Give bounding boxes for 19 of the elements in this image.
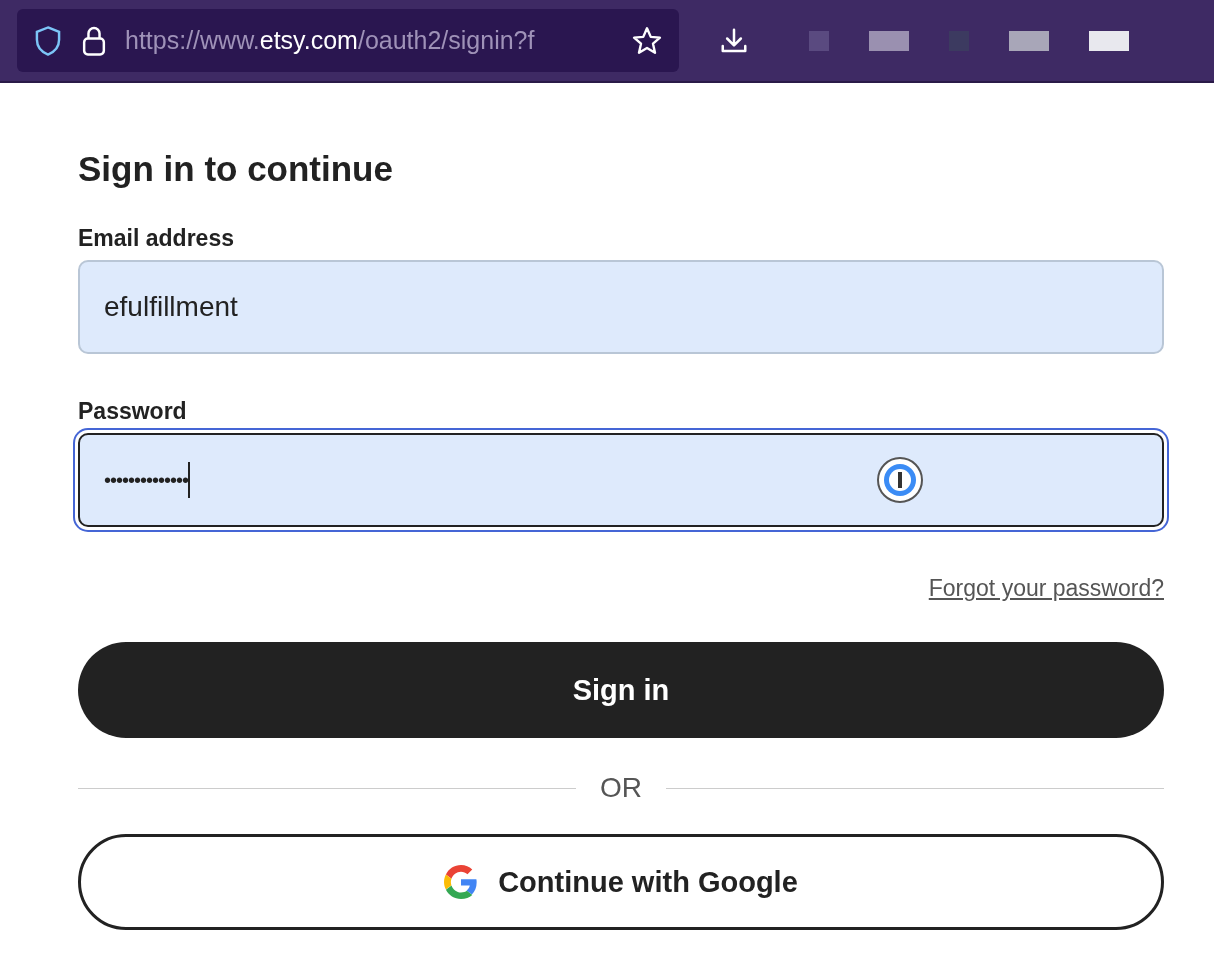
sign-in-button[interactable]: Sign in [78, 642, 1164, 738]
text-cursor [188, 462, 191, 498]
blurred-icon[interactable] [1089, 30, 1129, 51]
google-icon [444, 865, 479, 899]
star-icon[interactable] [631, 24, 663, 57]
password-manager-icon[interactable] [876, 456, 924, 504]
lock-icon[interactable] [81, 24, 107, 57]
blurred-icon[interactable] [869, 30, 909, 51]
blurred-icon[interactable] [1009, 30, 1049, 51]
forgot-password-link[interactable]: Forgot your password? [928, 575, 1164, 602]
google-sign-in-button[interactable]: Continue with Google [78, 834, 1164, 930]
shield-icon[interactable] [33, 24, 63, 57]
address-bar[interactable]: https://www.etsy.com/oauth2/signin?f [17, 9, 679, 72]
divider-text: OR [600, 772, 642, 804]
field-label: Password [78, 398, 188, 425]
field-label: Email address [78, 225, 235, 252]
page-title: Sign in to continue [78, 149, 394, 189]
email-field[interactable]: efulfillment [78, 260, 1164, 354]
url-text: https://www.etsy.com/oauth2/signin?f [125, 26, 536, 55]
